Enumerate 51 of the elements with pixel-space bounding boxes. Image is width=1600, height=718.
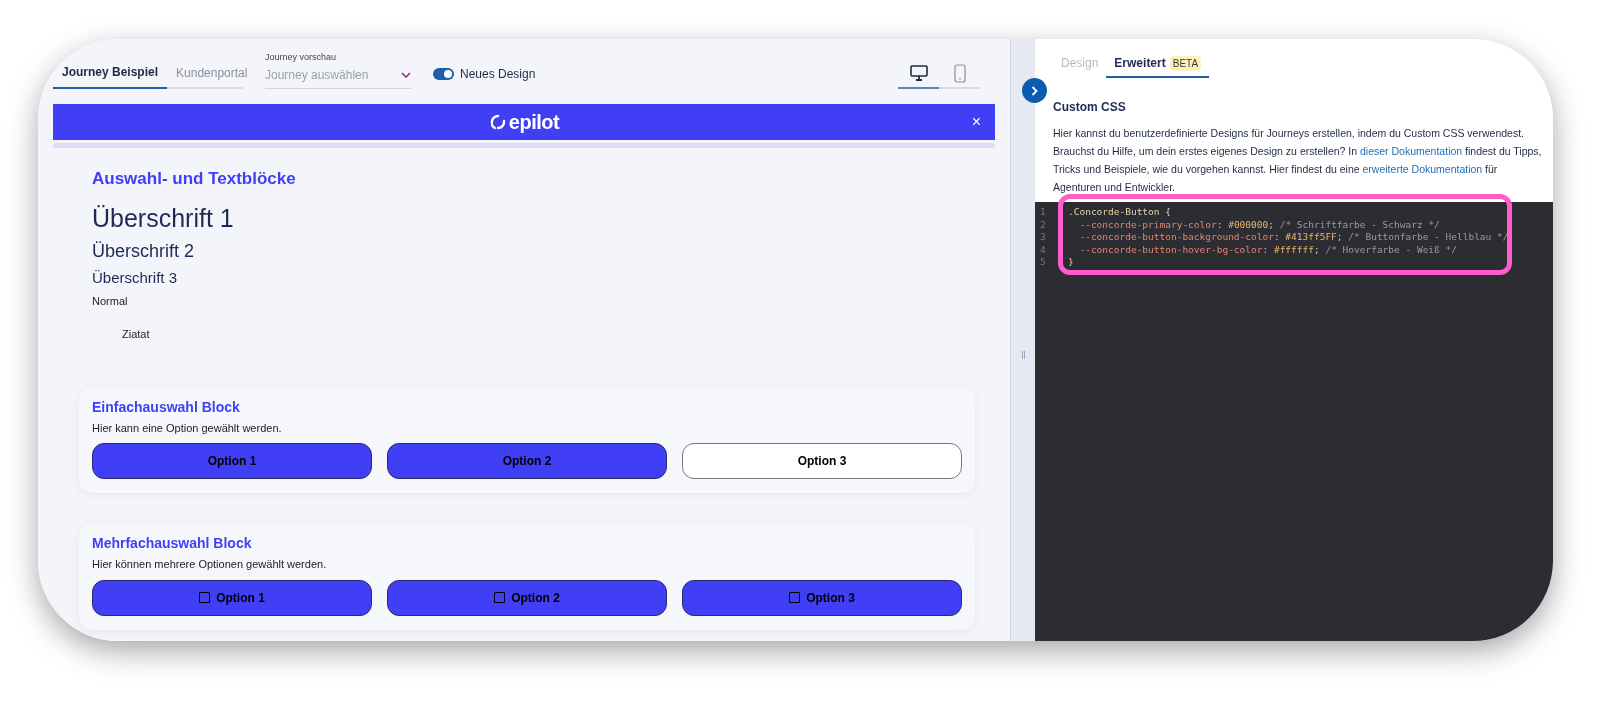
chevron-right-icon xyxy=(1031,85,1038,96)
heading-3: Überschrift 3 xyxy=(92,268,179,288)
code-line: } xyxy=(1068,256,1074,269)
block-title: Mehrfachauswahl Block xyxy=(92,534,253,553)
logo-icon xyxy=(488,113,507,131)
option-button[interactable]: Option 2 xyxy=(387,579,667,616)
toggle-switch[interactable] xyxy=(433,68,454,80)
option-button[interactable]: Option 1 xyxy=(92,443,372,479)
block-title: Einfachauswahl Block xyxy=(92,397,241,417)
checkbox[interactable] xyxy=(199,592,211,603)
logo-text: epilot xyxy=(508,110,560,135)
normal-text: Normal xyxy=(92,293,129,309)
quote-text: Ziatat xyxy=(122,327,151,342)
code-line: --concorde-primary-color: #000000; /* Schriftfarbe - Schwarz */ xyxy=(1078,218,1440,231)
section-title: Auswahl- und Textblöcke xyxy=(92,168,297,190)
option-button[interactable]: Option 3 xyxy=(682,443,962,479)
block-description: Hier können mehrere Optionen gewählt werden. xyxy=(92,557,328,572)
journey-select[interactable]: Journey auswählen xyxy=(265,66,411,89)
settings-tab[interactable]: Erweitert BETA xyxy=(1106,54,1210,78)
line-number: 3 xyxy=(1040,231,1047,244)
beta-badge: BETA xyxy=(1169,55,1202,71)
line-number: 5 xyxy=(1040,256,1047,269)
close-button[interactable]: × xyxy=(971,110,981,134)
monitor-icon xyxy=(909,65,928,81)
option-button[interactable]: Option 2 xyxy=(387,443,667,479)
journey-select-input[interactable]: Journey auswählen xyxy=(265,66,385,84)
description-paragraph: Hier kannst du benutzerdefinierte Designs für Journeys erstellen, indem du Custom CSS verwendest. Brauchst du Hilfe, um dein erstes eigenes Design zu erstellen? In dieser Dokumentation findest du Tipps, Tricks und Beispiele, wie du vorgehen kannst. Hier findest du eine erweiterte Dokumentation für Agenturen und Entwickler. xyxy=(1052,126,1543,195)
code-editor[interactable] xyxy=(1035,202,1553,641)
block-description: Hier kann eine Option gewählt werden. xyxy=(92,420,283,436)
resize-handle[interactable] xyxy=(1021,351,1025,359)
checkbox[interactable] xyxy=(494,592,506,603)
line-number: 2 xyxy=(1040,218,1047,231)
option-button[interactable]: Option 3 xyxy=(682,579,962,616)
panel-title: Custom CSS xyxy=(1052,99,1127,116)
settings-tab[interactable]: Design xyxy=(1053,54,1107,78)
documentation-link[interactable]: erweiterte Dokumentation xyxy=(1362,163,1483,175)
heading-1: Überschrift 1 xyxy=(92,202,235,234)
documentation-link[interactable]: dieser Dokumentation xyxy=(1360,145,1463,157)
toggle-label: Neues Design xyxy=(460,66,536,83)
option-button[interactable]: Option 1 xyxy=(92,579,372,616)
heading-2: Überschrift 2 xyxy=(92,240,196,263)
phone-icon xyxy=(953,63,966,83)
line-number: 1 xyxy=(1040,206,1047,219)
chevron-down-icon xyxy=(401,72,411,78)
code-line: .Concorde-Button { xyxy=(1068,206,1171,219)
preview-tab[interactable]: Journey Beispiel xyxy=(53,63,168,89)
code-line: --concorde-button-hover-bg-color: #ffffff; /* Hoverfarbe - Weiß */ xyxy=(1078,243,1457,256)
field-label: Journey vorschau xyxy=(265,50,338,64)
line-number: 4 xyxy=(1040,243,1047,256)
checkbox[interactable] xyxy=(789,592,801,603)
preview-tab[interactable]: Kundenportal xyxy=(167,63,257,89)
